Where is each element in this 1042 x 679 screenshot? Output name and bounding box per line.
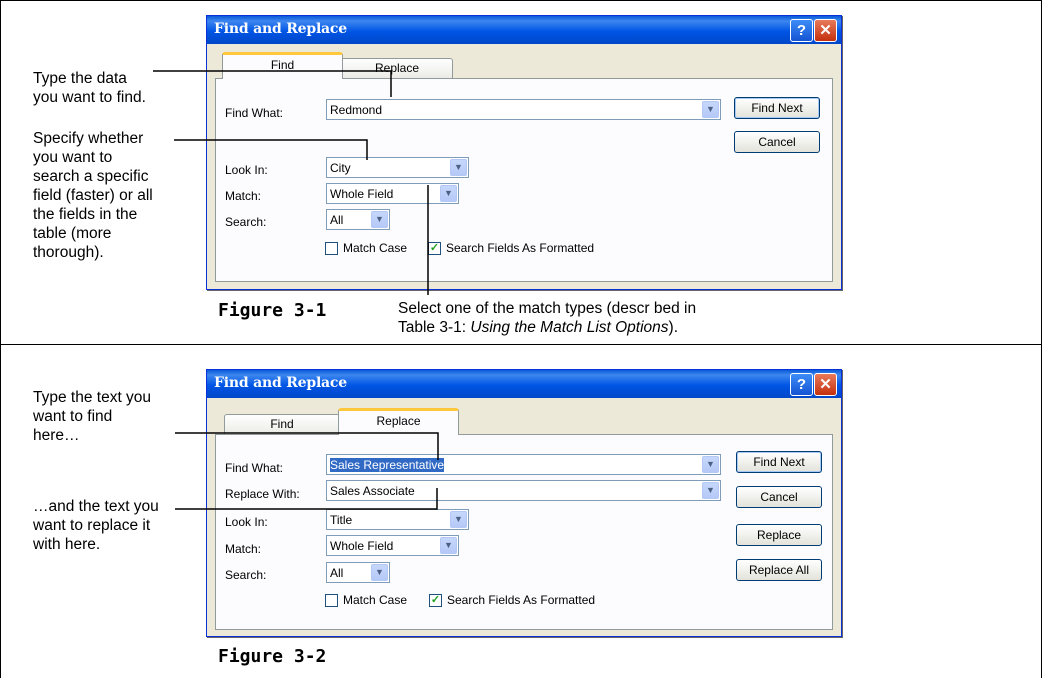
annotation-match-types-line1: Select one of the match types (descr bed… — [398, 300, 697, 317]
annotation-match-types: Select one of the match types (descr bed… — [398, 299, 696, 337]
annotation-match-types-line2c: ). — [668, 319, 679, 336]
match-case-checkbox[interactable] — [325, 242, 338, 255]
checkmark-icon: ✓ — [430, 594, 441, 606]
section-divider — [0, 344, 1042, 345]
find-what-input[interactable]: Redmond ▼ — [326, 99, 721, 120]
dialog-titlebar[interactable]: Find and Replace ? ✕ — [207, 16, 841, 44]
chevron-down-icon[interactable]: ▼ — [702, 101, 719, 118]
chevron-down-icon[interactable]: ▼ — [440, 537, 457, 554]
look-in-select[interactable]: City ▼ — [326, 157, 469, 178]
tab-find[interactable]: Find — [222, 52, 343, 79]
search-formatted-label: Search Fields As Formatted — [447, 593, 596, 607]
annotation-replace-text: …and the text you want to replace it wit… — [33, 498, 159, 553]
search-label: Search: — [225, 215, 267, 229]
match-label: Match: — [225, 189, 262, 203]
search-value: All — [330, 213, 344, 227]
chevron-down-icon[interactable]: ▼ — [702, 482, 719, 499]
find-next-button[interactable]: Find Next — [736, 451, 822, 473]
help-icon[interactable]: ? — [790, 19, 813, 42]
search-value: All — [330, 566, 344, 580]
match-select[interactable]: Whole Field ▼ — [326, 535, 459, 556]
replace-with-input[interactable]: Sales Associate ▼ — [326, 480, 721, 501]
chevron-down-icon[interactable]: ▼ — [371, 211, 388, 228]
match-case-label: Match Case — [343, 593, 408, 607]
find-what-label: Find What: — [225, 461, 284, 475]
find-what-value: Redmond — [330, 103, 383, 117]
close-icon[interactable]: ✕ — [814, 373, 837, 396]
search-select[interactable]: All ▼ — [326, 209, 390, 230]
chevron-down-icon[interactable]: ▼ — [440, 185, 457, 202]
search-formatted-label: Search Fields As Formatted — [446, 241, 595, 255]
annotation-specify-field: Specify whether you want to search a spe… — [33, 130, 153, 261]
annotation-type-data: Type the data you want to find. — [33, 70, 146, 106]
find-what-label: Find What: — [225, 106, 284, 120]
checkmark-icon: ✓ — [429, 242, 440, 254]
find-replace-dialog-2: Find and Replace ? ✕ Find Replace Find W… — [206, 369, 842, 637]
tab-replace[interactable]: Replace — [341, 58, 453, 78]
figure-label-2: Figure 3-2 — [218, 646, 327, 667]
match-case-label: Match Case — [343, 241, 408, 255]
replace-tab-panel: Find What: Sales Representative ▼ Replac… — [215, 434, 833, 630]
cancel-button[interactable]: Cancel — [734, 131, 820, 153]
match-case-checkbox[interactable] — [325, 594, 338, 607]
chevron-down-icon[interactable]: ▼ — [450, 511, 467, 528]
tab-replace[interactable]: Replace — [338, 408, 459, 435]
look-in-value: City — [330, 161, 351, 175]
close-icon[interactable]: ✕ — [814, 19, 837, 42]
chevron-down-icon[interactable]: ▼ — [371, 564, 388, 581]
look-in-value: Title — [330, 513, 353, 527]
look-in-label: Look In: — [225, 515, 268, 529]
find-what-input[interactable]: Sales Representative ▼ — [326, 454, 721, 475]
find-next-button[interactable]: Find Next — [734, 97, 820, 119]
chevron-down-icon[interactable]: ▼ — [450, 159, 467, 176]
replace-all-button[interactable]: Replace All — [736, 559, 822, 581]
search-formatted-checkbox[interactable]: ✓ — [429, 594, 442, 607]
search-formatted-checkbox[interactable]: ✓ — [428, 242, 441, 255]
find-replace-dialog-1: Find and Replace ? ✕ Find Replace Find W… — [206, 15, 842, 290]
find-what-value: Sales Representative — [330, 458, 445, 472]
find-tab-panel: Find What: Redmond ▼ Look In: City ▼ Mat… — [215, 78, 833, 282]
match-select[interactable]: Whole Field ▼ — [326, 183, 459, 204]
match-value: Whole Field — [330, 539, 394, 553]
help-icon[interactable]: ? — [790, 373, 813, 396]
annotation-type-text: Type the text you want to find here… — [33, 389, 152, 444]
dialog-titlebar[interactable]: Find and Replace ? ✕ — [207, 370, 841, 398]
annotation-match-types-ref: Using the Match List Options — [470, 319, 669, 336]
match-value: Whole Field — [330, 187, 394, 201]
dialog-title: Find and Replace — [214, 21, 347, 37]
dialog-title: Find and Replace — [214, 375, 347, 391]
annotation-match-types-line2a: Table 3-1: — [398, 319, 471, 336]
look-in-select[interactable]: Title ▼ — [326, 509, 469, 530]
look-in-label: Look In: — [225, 163, 268, 177]
search-select[interactable]: All ▼ — [326, 562, 390, 583]
cancel-button[interactable]: Cancel — [736, 486, 822, 508]
replace-with-value: Sales Associate — [330, 484, 415, 498]
figure-label-1: Figure 3-1 — [218, 300, 327, 321]
chevron-down-icon[interactable]: ▼ — [702, 456, 719, 473]
tab-find[interactable]: Find — [224, 414, 340, 434]
match-label: Match: — [225, 542, 262, 556]
replace-with-label: Replace With: — [225, 487, 300, 501]
search-label: Search: — [225, 568, 267, 582]
replace-button[interactable]: Replace — [736, 524, 822, 546]
